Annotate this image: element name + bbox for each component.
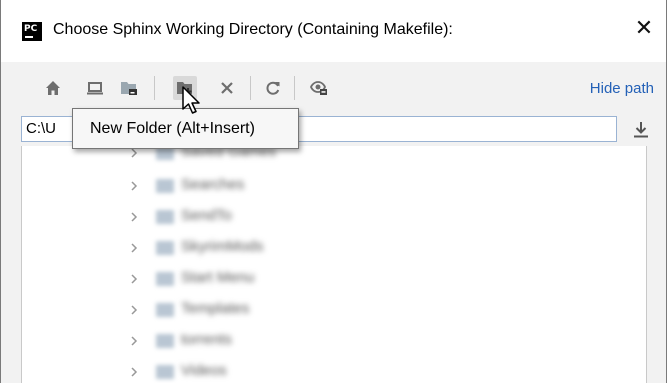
tree-item-label: Searches: [181, 176, 245, 193]
tree-item[interactable]: SkyrimMods: [22, 233, 646, 263]
toolbar: Hide path: [1, 62, 666, 114]
tree-item-label: Start Menu: [181, 269, 255, 286]
folder-icon: [156, 210, 174, 224]
delete-button[interactable]: [215, 76, 239, 100]
chevron-right-icon[interactable]: [129, 180, 139, 192]
home-icon: [46, 81, 60, 95]
refresh-button[interactable]: [261, 76, 285, 100]
tree-item[interactable]: Searches: [22, 171, 646, 201]
tree-item-label: torrents: [181, 331, 232, 348]
directory-tree[interactable]: Saved Games Searches SendTo SkyrimMods S…: [21, 146, 647, 383]
tree-item[interactable]: Videos: [22, 357, 646, 383]
project-button[interactable]: [117, 76, 141, 100]
folder-icon: [156, 272, 174, 286]
desktop-button[interactable]: [83, 76, 107, 100]
home-button[interactable]: [41, 76, 65, 100]
folder-icon: [156, 365, 174, 379]
tree-item-label: Videos: [181, 362, 227, 379]
chevron-right-icon[interactable]: [129, 304, 139, 316]
tree-item[interactable]: SendTo: [22, 202, 646, 232]
tree-item[interactable]: torrents: [22, 326, 646, 356]
chevron-right-icon[interactable]: [129, 273, 139, 285]
chevron-right-icon[interactable]: [129, 211, 139, 223]
mouse-cursor-icon: [182, 86, 200, 114]
delete-icon: [221, 82, 233, 94]
show-hidden-button[interactable]: [307, 76, 331, 100]
tree-item[interactable]: Templates: [22, 295, 646, 325]
folder-icon: [156, 241, 174, 255]
tree-item-label: SendTo: [181, 207, 232, 224]
hide-path-link[interactable]: Hide path: [590, 80, 654, 97]
pycharm-app-icon: PC: [22, 22, 42, 41]
folder-icon: [156, 179, 174, 193]
dialog-title: Choose Sphinx Working Directory (Contain…: [53, 21, 453, 38]
folder-icon: [156, 303, 174, 317]
desktop-icon: [87, 82, 103, 95]
download-icon[interactable]: [633, 121, 649, 139]
project-folder-icon: [121, 82, 137, 95]
folder-icon: [156, 334, 174, 348]
dialog-window: PC Choose Sphinx Working Directory (Cont…: [0, 0, 667, 383]
chevron-right-icon[interactable]: [129, 366, 139, 378]
app-icon-text: PC: [24, 24, 38, 34]
tree-item[interactable]: Start Menu: [22, 264, 646, 294]
chevron-right-icon[interactable]: [129, 242, 139, 254]
chevron-right-icon[interactable]: [129, 335, 139, 347]
show-hidden-icon: [310, 81, 327, 95]
title-bar: PC Choose Sphinx Working Directory (Cont…: [1, 0, 666, 62]
tree-item[interactable]: Saved Games: [22, 146, 646, 168]
tree-item-label: Templates: [181, 300, 250, 317]
tree-item-label: SkyrimMods: [181, 238, 264, 255]
refresh-icon: [266, 81, 280, 95]
close-button[interactable]: ✕: [634, 17, 654, 41]
